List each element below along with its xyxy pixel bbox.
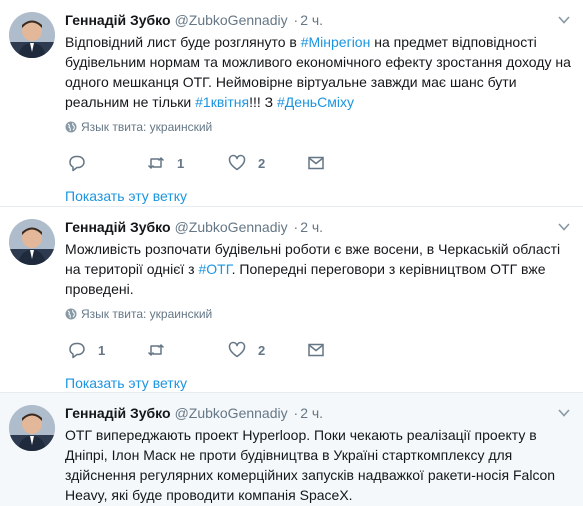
tweet[interactable]: Геннадій Зубко @ZubkoGennadiy · 2 ч. Відпо…	[0, 0, 583, 207]
chevron-down-icon[interactable]	[557, 10, 571, 30]
tweet-text-part: !!! З	[249, 94, 278, 110]
retweet-count: 1	[177, 155, 185, 171]
chevron-down-icon[interactable]	[557, 403, 571, 423]
reply-count: 1	[98, 342, 106, 358]
hashtag-link[interactable]: #1квітня	[195, 94, 249, 110]
globe-icon	[65, 121, 77, 133]
display-name[interactable]: Геннадій Зубко	[65, 219, 171, 235]
reply-button[interactable]	[68, 151, 98, 175]
separator-dot: ·	[293, 405, 299, 421]
separator-dot: ·	[293, 12, 299, 28]
language-label: Язык твита: украинский	[81, 120, 213, 134]
envelope-icon	[308, 156, 324, 170]
username[interactable]: @ZubkoGennadiy	[175, 219, 288, 235]
avatar[interactable]	[9, 12, 55, 58]
tweet[interactable]: Геннадій Зубко @ZubkoGennadiy · 2 ч. ОТГ в…	[0, 393, 583, 506]
retweet-button[interactable]: 1	[147, 151, 184, 175]
avatar[interactable]	[9, 219, 55, 265]
tweet-header: Геннадій Зубко @ZubkoGennadiy · 2 ч.	[65, 10, 575, 30]
reply-button[interactable]: 1	[68, 338, 105, 362]
display-name[interactable]: Геннадій Зубко	[65, 405, 171, 421]
tweet-language: Язык твита: украинский	[65, 120, 575, 134]
envelope-icon	[308, 343, 324, 357]
retweet-icon	[147, 344, 165, 356]
tweet-text-part: Відповідний лист буде розглянуто в	[65, 34, 301, 50]
chevron-down-icon[interactable]	[557, 217, 571, 237]
reply-icon	[69, 342, 85, 359]
tweet[interactable]: Геннадій Зубко @ZubkoGennadiy · 2 ч. Можли…	[0, 207, 583, 393]
retweet-button[interactable]	[147, 338, 177, 362]
heart-icon	[228, 154, 246, 171]
username[interactable]: @ZubkoGennadiy	[175, 405, 288, 421]
like-button[interactable]: 2	[228, 151, 265, 175]
hashtag-link[interactable]: #ДеньСміху	[277, 94, 354, 110]
tweet-header: Геннадій Зубко @ZubkoGennadiy · 2 ч.	[65, 217, 575, 237]
retweet-icon	[147, 157, 165, 169]
tweet-text: Відповідний лист буде розглянуто в #Мінр…	[65, 32, 575, 112]
timeline: Геннадій Зубко @ZubkoGennadiy · 2 ч. Відпо…	[0, 0, 583, 506]
reply-icon	[69, 155, 85, 172]
timestamp[interactable]: 2 ч.	[300, 219, 323, 235]
timestamp[interactable]: 2 ч.	[300, 12, 323, 28]
username[interactable]: @ZubkoGennadiy	[175, 12, 288, 28]
direct-message-button[interactable]	[307, 338, 325, 362]
like-count: 2	[258, 342, 266, 358]
globe-icon	[65, 308, 77, 320]
heart-icon	[228, 341, 246, 358]
hashtag-link[interactable]: #Мінрегіон	[301, 34, 371, 50]
show-thread-link[interactable]: Показать эту ветку	[65, 373, 575, 393]
like-count: 2	[258, 155, 266, 171]
avatar[interactable]	[9, 405, 55, 451]
language-label: Язык твита: украинский	[81, 307, 213, 321]
display-name[interactable]: Геннадій Зубко	[65, 12, 171, 28]
show-thread-link[interactable]: Показать эту ветку	[65, 186, 575, 206]
tweet-header: Геннадій Зубко @ZubkoGennadiy · 2 ч.	[65, 403, 575, 423]
hashtag-link[interactable]: #ОТГ	[199, 261, 232, 277]
separator-dot: ·	[293, 219, 299, 235]
tweet-text-part: ОТГ випереджають проект Hyperloop. Поки …	[65, 427, 556, 503]
like-button[interactable]: 2	[228, 338, 265, 362]
tweet-language: Язык твита: украинский	[65, 307, 575, 321]
tweet-text: Можливість розпочати будівельні роботи є…	[65, 239, 575, 299]
timestamp[interactable]: 2 ч.	[300, 405, 323, 421]
direct-message-button[interactable]	[307, 151, 325, 175]
tweet-actions: 1 2	[65, 338, 575, 362]
tweet-actions: 1 2	[65, 151, 575, 175]
tweet-text: ОТГ випереджають проект Hyperloop. Поки …	[65, 425, 575, 505]
